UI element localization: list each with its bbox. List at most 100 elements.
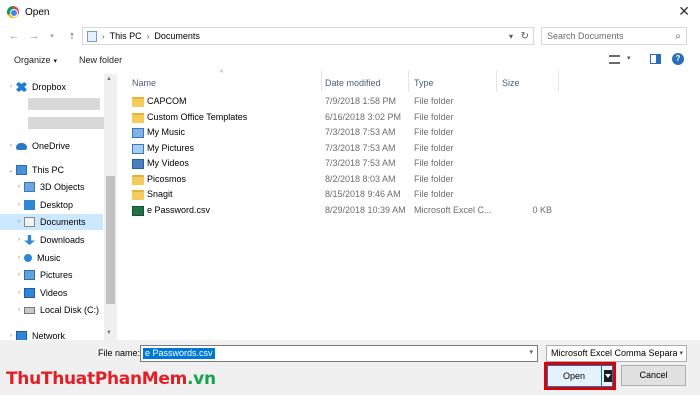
file-name-value[interactable]: e Passwords.csv [143,348,215,359]
refresh-icon[interactable]: ↻ [521,31,529,42]
sidebar-item-dropbox[interactable]: › Dropbox [0,79,103,95]
file-name-dropdown-icon[interactable]: ▾ [529,348,533,356]
sidebar-item-desktop[interactable]: › Desktop [0,197,103,213]
sidebar-item-local-disk[interactable]: › Local Disk (C:) [0,302,103,318]
file-row-snagit[interactable]: Snagit 8/15/2018 9:46 AM File folder [129,188,694,203]
scrollbar-thumb[interactable] [106,176,115,304]
onedrive-icon [16,142,27,150]
expand-chevron-icon[interactable]: › [14,255,24,261]
breadcrumb-documents[interactable]: Documents [154,31,200,41]
change-view-icon[interactable] [609,55,620,64]
expand-chevron-icon[interactable]: › [14,202,24,208]
sidebar-item-pictures[interactable]: › Pictures [0,267,103,283]
sidebar-item-onedrive[interactable]: › OneDrive [0,138,103,154]
column-header-name[interactable]: Name [132,74,156,92]
file-name: Picosmos [147,174,187,184]
collapse-chevron-icon[interactable]: ⌄ [6,167,16,174]
file-date: 7/3/2018 7:53 AM [325,143,396,153]
open-button-divider [601,366,602,386]
network-icon [16,331,27,340]
expand-chevron-icon[interactable]: › [14,237,24,243]
videos-icon [24,288,35,298]
expand-chevron-icon[interactable]: › [6,84,16,90]
file-type: File folder [414,174,454,184]
column-divider[interactable] [496,70,497,92]
redacted-item [28,117,108,129]
column-divider[interactable] [408,70,409,92]
sidebar-item-videos[interactable]: › Videos [0,285,103,301]
file-row-my-pictures[interactable]: My Pictures 7/3/2018 7:53 AM File folder [129,142,694,157]
watermark-part-1: ThuThuat [6,369,95,389]
file-name: My Pictures [147,143,195,153]
cancel-button[interactable]: Cancel [621,365,686,386]
open-options-dropdown-icon[interactable] [604,370,612,382]
sort-ascending-icon: ^ [220,70,224,77]
file-list: ^ Name Date modified Type Size CAPCOM 7/… [117,70,700,340]
watermark-part-2: PhanMem [94,369,188,389]
expand-chevron-icon[interactable]: › [6,143,16,149]
sidebar-item-label: Desktop [40,200,74,210]
expand-chevron-icon[interactable]: › [14,307,24,313]
column-divider[interactable] [558,70,559,92]
window-title: Open [25,6,50,18]
column-divider[interactable] [321,70,322,92]
help-icon[interactable]: ? [672,53,684,65]
sidebar-item-3d-objects[interactable]: › 3D Objects [0,179,103,195]
videos-folder-icon [132,159,144,169]
navigation-pane: › Dropbox › OneDrive ⌄ This PC › 3D Obje… [0,74,117,340]
column-header-size[interactable]: Size [502,74,520,92]
file-date: 8/2/2018 8:03 AM [325,174,396,184]
redacted-item [28,98,100,110]
search-input[interactable]: Search Documents ⌕ [541,27,687,45]
file-type-select[interactable]: Microsoft Excel Comma Separa ▾ [546,345,687,362]
back-icon[interactable]: ← [6,30,22,42]
open-button[interactable]: Open [547,365,613,387]
sidebar-item-label: Network [32,331,66,340]
expand-chevron-icon[interactable]: › [14,272,24,278]
address-bar[interactable]: › This PC › Documents ▾ ↻ [82,27,534,45]
file-row-e-password-csv[interactable]: e Password.csv 8/29/2018 10:39 AM Micros… [129,204,694,219]
new-folder-button[interactable]: New folder [79,55,122,65]
forward-icon[interactable]: → [26,30,42,42]
file-row-picosmos[interactable]: Picosmos 8/2/2018 8:03 AM File folder [129,173,694,188]
scroll-down-icon[interactable]: ▼ [106,330,112,336]
recent-locations-icon[interactable]: ▾ [44,32,60,40]
chrome-icon [7,6,19,18]
downloads-icon [24,235,35,245]
file-row-custom-office-templates[interactable]: Custom Office Templates 6/16/2018 3:02 P… [129,111,694,126]
breadcrumb-separator-icon[interactable]: › [147,32,150,41]
expand-chevron-icon[interactable]: › [6,333,16,339]
file-row-capcom[interactable]: CAPCOM 7/9/2018 1:58 PM File folder [129,95,694,110]
view-options-chevron-down-icon[interactable]: ▾ [627,54,631,62]
expand-chevron-icon[interactable]: › [14,184,24,190]
file-name-input[interactable]: e Passwords.csv ▾ [140,345,538,362]
file-type: File folder [414,189,454,199]
address-dropdown-icon[interactable]: ▾ [509,32,513,41]
close-icon[interactable]: ✕ [678,3,690,20]
sidebar-item-label: Documents [40,217,86,227]
sidebar-item-label: Dropbox [32,82,67,92]
file-row-my-music[interactable]: My Music 7/3/2018 7:53 AM File folder [129,126,694,141]
file-row-my-videos[interactable]: My Videos 7/3/2018 7:53 AM File folder [129,157,694,172]
search-icon: ⌕ [675,30,681,42]
preview-pane-icon[interactable] [650,54,661,64]
scroll-up-icon[interactable]: ▲ [106,76,112,82]
sidebar-item-documents[interactable]: › Documents [0,214,103,230]
organize-button[interactable]: Organize ▾ [14,55,57,65]
file-name: e Password.csv [147,205,211,215]
file-type-chevron-down-icon[interactable]: ▾ [677,349,683,357]
up-icon[interactable]: ↑ [64,30,80,42]
sidebar-item-label: Pictures [40,270,73,280]
expand-chevron-icon[interactable]: › [14,219,24,225]
file-type-value: Microsoft Excel Comma Separa [551,348,678,358]
sidebar-scrollbar[interactable]: ▲ ▼ [104,74,117,340]
breadcrumb-this-pc[interactable]: This PC [110,31,142,41]
sidebar-item-downloads[interactable]: › Downloads [0,232,103,248]
sidebar-item-network[interactable]: › Network [0,328,103,340]
sidebar-item-this-pc[interactable]: ⌄ This PC [0,162,103,178]
expand-chevron-icon[interactable]: › [14,290,24,296]
breadcrumb-separator-icon[interactable]: › [102,32,105,41]
column-header-type[interactable]: Type [414,74,434,92]
sidebar-item-music[interactable]: › Music [0,250,103,266]
column-header-date[interactable]: Date modified [325,74,381,92]
